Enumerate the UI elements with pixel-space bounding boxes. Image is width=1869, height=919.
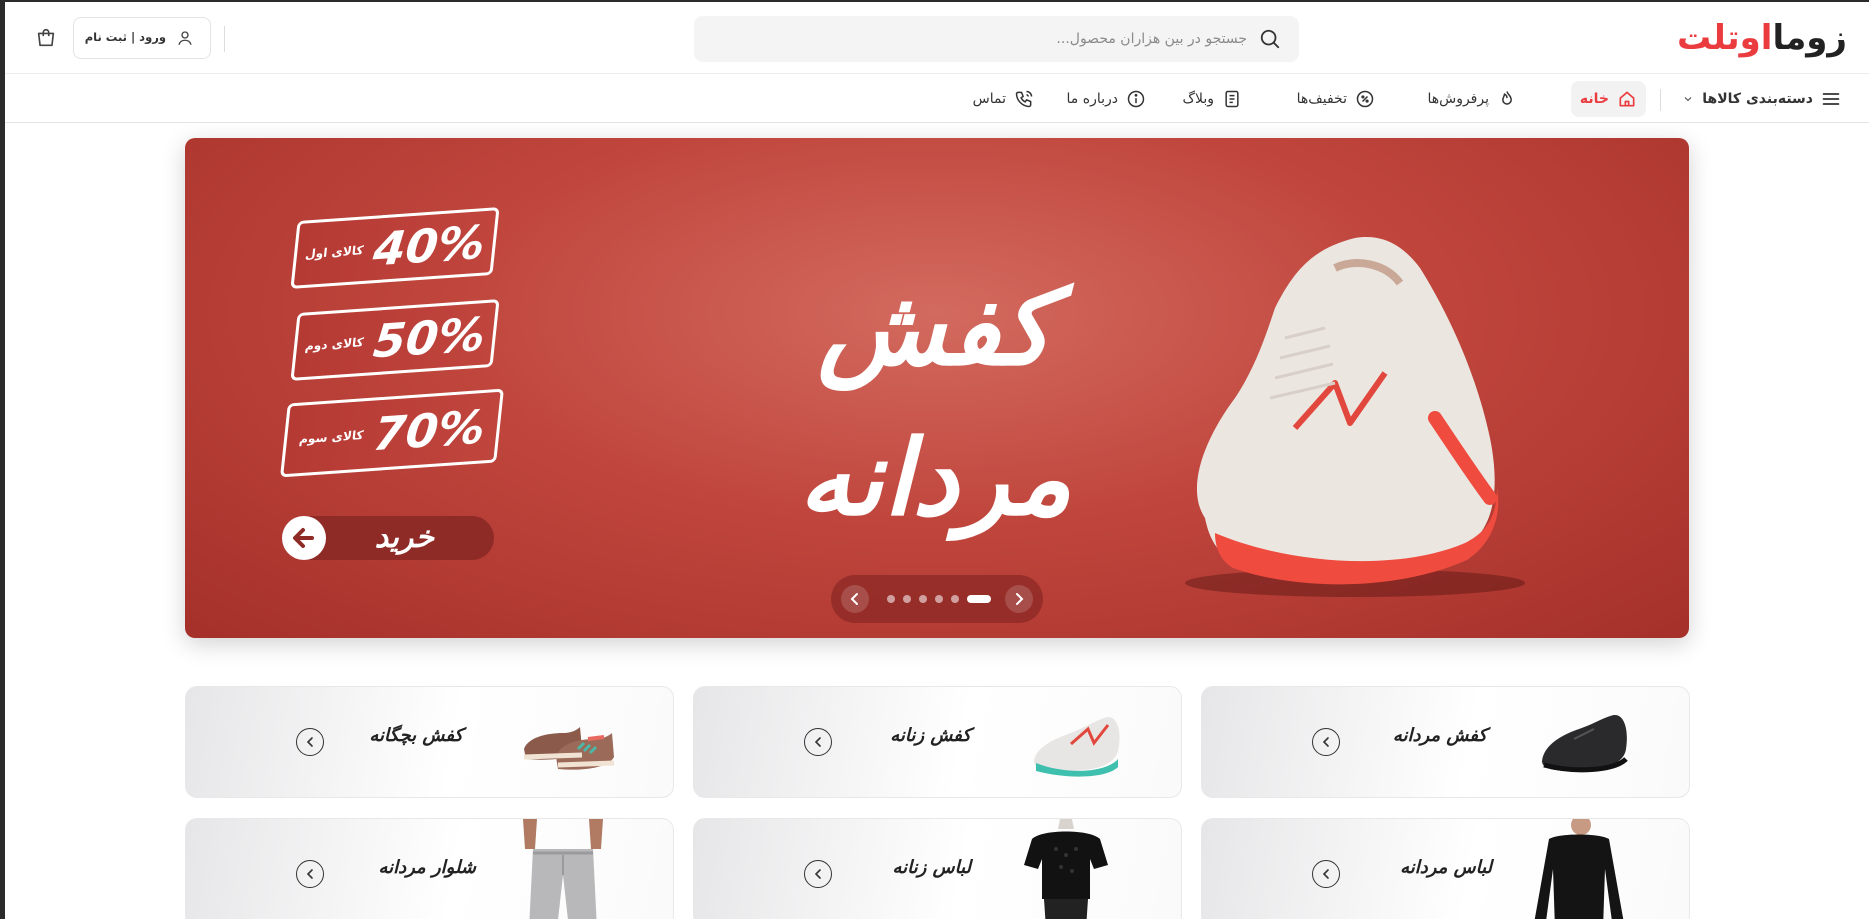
nav-divider <box>1660 89 1661 111</box>
category-card-mens-pants[interactable]: شلوار مردانه <box>185 818 674 919</box>
login-register-label: ورود | ثبت نام <box>84 30 166 44</box>
category-card-womens-shoes[interactable]: کفش زنانه <box>693 686 1182 798</box>
buy-button[interactable]: خرید <box>282 516 494 560</box>
promo-percent: 50% <box>370 306 488 369</box>
chevron-down-icon <box>1682 93 1694 105</box>
category-card-mens-clothing[interactable]: لباس مردانه <box>1201 818 1690 919</box>
search-box <box>694 16 1299 62</box>
hero-title-line2: مردانه <box>798 417 1072 539</box>
promo-percent: 40% <box>370 214 488 277</box>
phone-icon <box>1014 89 1034 109</box>
nav-item-label: تماس <box>972 91 1006 107</box>
blog-icon <box>1222 89 1242 109</box>
mens-pants-image <box>513 819 613 919</box>
category-label: لباس مردانه <box>1400 857 1492 878</box>
womens-shoe-image <box>1026 699 1126 789</box>
chevron-left-icon <box>1312 860 1340 888</box>
nav-item-bestsellers[interactable]: پرفروش‌ها <box>1427 81 1517 117</box>
user-icon <box>176 29 194 47</box>
nav-item-discounts[interactable]: تخفیف‌ها <box>1297 81 1375 117</box>
chevron-left-icon <box>1312 728 1340 756</box>
login-register-button[interactable]: ورود | ثبت نام <box>73 17 211 59</box>
category-card-kids-shoes[interactable]: کفش بچگانه <box>185 686 674 798</box>
hero-title-line1: کفش <box>817 267 1053 389</box>
nav-categories-label: دسته‌بندی کالاها <box>1702 91 1813 107</box>
slider-next-button[interactable] <box>1005 585 1033 613</box>
arrow-left-icon <box>282 516 326 560</box>
slider-dot[interactable] <box>903 595 911 603</box>
nav-item-contact[interactable]: تماس <box>973 81 1034 117</box>
home-icon <box>1617 89 1637 109</box>
promo-badge: 40% کالای اول <box>290 207 500 289</box>
category-card-mens-shoes[interactable]: کفش مردانه <box>1201 686 1690 798</box>
nav-item-label: وبلاگ <box>1182 91 1214 107</box>
buy-label: خرید <box>374 520 434 555</box>
promo-label: کالای سوم <box>298 427 365 447</box>
slider-prev-button[interactable] <box>841 585 869 613</box>
nav-item-home[interactable]: خانه <box>1570 81 1646 117</box>
chevron-left-icon <box>804 860 832 888</box>
main-nav: دسته‌بندی کالاها خانه پرفروش‌ها تخفیف‌ها… <box>5 75 1869 123</box>
nav-item-about[interactable]: درباره ما <box>1067 81 1146 117</box>
nav-item-label: تخفیف‌ها <box>1296 91 1347 107</box>
nav-item-blog[interactable]: وبلاگ <box>1182 81 1242 117</box>
slider-dot[interactable] <box>935 595 943 603</box>
slider-dot[interactable] <box>919 595 927 603</box>
nav-item-label: درباره ما <box>1066 91 1118 107</box>
category-card-womens-clothing[interactable]: لباس زنانه <box>693 818 1182 919</box>
category-label: کفش مردانه <box>1392 725 1487 746</box>
slider-dots <box>887 595 991 603</box>
slider-dot-active[interactable] <box>967 595 991 603</box>
fire-icon <box>1497 89 1517 109</box>
hamburger-icon <box>1821 89 1841 109</box>
chevron-left-icon <box>296 860 324 888</box>
info-icon <box>1126 89 1146 109</box>
slider-controls <box>831 575 1043 623</box>
chevron-left-icon <box>804 728 832 756</box>
kids-shoe-image <box>518 699 618 789</box>
search-input[interactable] <box>727 16 1247 62</box>
promo-badge: 70% کالای سوم <box>280 388 504 478</box>
nav-categories-menu[interactable]: دسته‌بندی کالاها <box>1682 81 1841 117</box>
promo-label: کالای دوم <box>304 335 365 354</box>
category-label: کفش زنانه <box>890 725 971 746</box>
cart-icon[interactable] <box>35 27 57 49</box>
hero-banner[interactable]: کفش مردانه 40% کالای اول 50% کالای دوم 7… <box>185 138 1689 638</box>
womens-shirt-image <box>1016 819 1116 919</box>
site-logo[interactable]: زومااوتلت <box>1677 18 1848 58</box>
nav-item-label: پرفروش‌ها <box>1427 91 1489 107</box>
header-divider <box>224 26 225 52</box>
site-header: زومااوتلت ورود | ثبت نام <box>5 2 1869 74</box>
discount-icon <box>1355 89 1375 109</box>
category-label: کفش بچگانه <box>369 725 463 746</box>
slider-dot[interactable] <box>887 595 895 603</box>
running-shoe-image <box>1145 188 1545 608</box>
promo-percent: 70% <box>370 399 488 462</box>
promo-label: کالای اول <box>304 243 365 262</box>
nav-item-label: خانه <box>1579 91 1609 107</box>
promo-badge: 50% کالای دوم <box>290 299 500 381</box>
mens-shoe-image <box>1534 699 1634 789</box>
mens-shirt-image <box>1529 819 1629 919</box>
category-label: لباس زنانه <box>892 857 972 878</box>
search-icon[interactable] <box>1259 28 1281 50</box>
slider-dot[interactable] <box>951 595 959 603</box>
category-label: شلوار مردانه <box>378 857 476 878</box>
chevron-left-icon <box>296 728 324 756</box>
